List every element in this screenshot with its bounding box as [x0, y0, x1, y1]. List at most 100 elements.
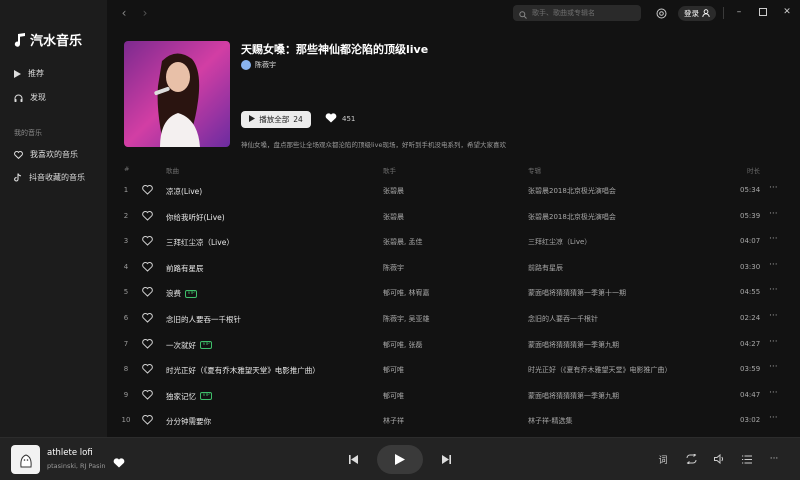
- settings-gear-icon[interactable]: [655, 7, 667, 19]
- heart-outline-icon[interactable]: [142, 389, 153, 402]
- playlist-description: 神仙女嗓，盘点那些让全场观众都沦陷的顶级live现场，好听到手机没电系列，希望大…: [241, 141, 506, 149]
- table-row[interactable]: 5 浪费 VIP 郁可唯, 林宥嘉 蒙面唱将猜猜猜第一季第十一期 04:55 ·…: [107, 280, 800, 306]
- search-input[interactable]: [532, 9, 632, 17]
- more-options-icon[interactable]: ···: [769, 260, 778, 270]
- more-options-icon[interactable]: ···: [769, 285, 778, 295]
- lyrics-button[interactable]: 词: [656, 452, 670, 466]
- track-album[interactable]: 蒙面唱将猜猜猜第一季第十一期: [528, 288, 626, 298]
- vip-badge: VIP: [200, 392, 213, 401]
- volume-icon[interactable]: [712, 452, 726, 466]
- player-more-icon[interactable]: ···: [767, 452, 781, 466]
- heart-outline-icon: [14, 150, 23, 159]
- track-album[interactable]: 张碧晨2018北京极光演唱会: [528, 186, 616, 196]
- now-playing-artwork[interactable]: [11, 445, 40, 474]
- login-label: 登录: [684, 9, 699, 18]
- creator-name: 陈薇宇: [255, 61, 276, 69]
- track-title-cell: 凉凉(Live): [166, 186, 202, 197]
- more-options-icon[interactable]: ···: [769, 337, 778, 347]
- track-artist[interactable]: 郁可唯, 林宥嘉: [383, 288, 429, 298]
- sidebar-item-recommend[interactable]: 推荐: [14, 68, 44, 79]
- track-title: 时光正好（《夏有乔木雅望天堂》电影推广曲）: [166, 366, 320, 376]
- more-options-icon[interactable]: ···: [769, 234, 778, 244]
- app-logo[interactable]: 汽水音乐: [14, 30, 82, 49]
- table-row[interactable]: 8 时光正好（《夏有乔木雅望天堂》电影推广曲） 郁可唯 时光正好（《夏有乔木雅望…: [107, 357, 800, 383]
- track-duration: 04:55: [740, 288, 761, 297]
- more-options-icon[interactable]: ···: [769, 413, 778, 423]
- more-options-icon[interactable]: ···: [769, 362, 778, 372]
- back-arrow-icon[interactable]: ‹: [117, 6, 131, 20]
- track-artist[interactable]: 张碧晨: [383, 186, 404, 196]
- more-options-icon[interactable]: ···: [769, 183, 778, 193]
- now-playing-title[interactable]: athlete lofi: [47, 448, 93, 458]
- track-list: 1 凉凉(Live) 张碧晨 张碧晨2018北京极光演唱会 05:34 ··· …: [107, 178, 800, 434]
- close-icon[interactable]: ✕: [780, 5, 794, 19]
- heart-outline-icon[interactable]: [142, 287, 153, 299]
- track-artist[interactable]: 陈薇宇, 吴亚雄: [383, 314, 429, 324]
- track-album[interactable]: 蒙面唱将猜猜猜第一季第九期: [528, 340, 619, 350]
- heart-outline-icon[interactable]: [142, 338, 153, 351]
- search-box[interactable]: [513, 5, 641, 21]
- track-duration: 04:27: [740, 339, 761, 348]
- heart-outline-icon[interactable]: [142, 261, 153, 274]
- forward-arrow-icon[interactable]: ›: [138, 6, 152, 20]
- table-row[interactable]: 6 念旧的人要吞一千根针 陈薇宇, 吴亚雄 念旧的人要吞一千根针 02:24 ·…: [107, 306, 800, 332]
- sidebar-item-douyin-favorites[interactable]: 抖音收藏的音乐: [14, 172, 85, 183]
- table-row[interactable]: 3 三拜红尘凉（Live） 张碧晨, 孟佳 三拜红尘凉（Live） 04:07 …: [107, 229, 800, 255]
- track-title-cell: 念旧的人要吞一千根针: [166, 314, 241, 325]
- table-row[interactable]: 9 独家记忆 VIP 郁可唯 蒙面唱将猜猜猜第一季第九期 04:47 ···: [107, 383, 800, 409]
- play-all-button[interactable]: 播放全部 24: [241, 111, 311, 128]
- next-track-icon[interactable]: [440, 453, 452, 465]
- heart-outline-icon[interactable]: [142, 364, 153, 376]
- col-header-num: #: [124, 165, 130, 173]
- track-album[interactable]: 三拜红尘凉（Live）: [528, 237, 591, 247]
- now-playing-artist[interactable]: ptasinski, RJ Pasin: [47, 462, 105, 470]
- track-title: 独家记忆: [166, 391, 196, 401]
- more-options-icon[interactable]: ···: [769, 388, 778, 398]
- playlist-creator[interactable]: 陈薇宇: [241, 60, 276, 70]
- track-title-cell: 一次就好 VIP: [166, 340, 213, 351]
- previous-track-icon[interactable]: [347, 453, 359, 465]
- track-artist[interactable]: 陈薇宇: [383, 263, 404, 273]
- heart-outline-icon[interactable]: [142, 185, 153, 197]
- repeat-icon[interactable]: [684, 452, 698, 466]
- track-album[interactable]: 前路有星辰: [528, 263, 563, 273]
- track-album[interactable]: 蒙面唱将猜猜猜第一季第九期: [528, 391, 619, 401]
- track-title-cell: 你给我听好(Live): [166, 212, 225, 223]
- track-album[interactable]: 时光正好（《夏有乔木雅望天堂》电影推广曲）: [528, 365, 672, 375]
- play-pause-button[interactable]: [377, 445, 423, 474]
- like-heart-icon[interactable]: [113, 453, 125, 472]
- table-row[interactable]: 10 分分钟需要你 林子祥 林子祥-精选集 03:02 ···: [107, 408, 800, 434]
- more-options-icon[interactable]: ···: [769, 209, 778, 219]
- track-album[interactable]: 林子祥-精选集: [528, 416, 573, 426]
- track-artist[interactable]: 郁可唯, 张磊: [383, 340, 422, 350]
- table-row[interactable]: 2 你给我听好(Live) 张碧晨 张碧晨2018北京极光演唱会 05:39 ·…: [107, 204, 800, 230]
- table-row[interactable]: 4 前路有星辰 陈薇宇 前路有星辰 03:30 ···: [107, 255, 800, 281]
- heart-outline-icon[interactable]: [142, 312, 153, 325]
- login-button[interactable]: 登录: [678, 6, 716, 21]
- table-row[interactable]: 7 一次就好 VIP 郁可唯, 张磊 蒙面唱将猜猜猜第一季第九期 04:27 ·…: [107, 332, 800, 358]
- more-options-icon[interactable]: ···: [769, 311, 778, 321]
- track-duration: 03:59: [740, 365, 761, 374]
- track-album[interactable]: 张碧晨2018北京极光演唱会: [528, 212, 616, 222]
- table-header: # 歌曲 歌手 专辑 时长: [107, 163, 800, 177]
- playlist-queue-icon[interactable]: [740, 452, 754, 466]
- track-album[interactable]: 念旧的人要吞一千根针: [528, 314, 598, 324]
- playlist-like-button[interactable]: 451: [325, 113, 355, 125]
- track-artist[interactable]: 张碧晨: [383, 212, 404, 222]
- track-artist[interactable]: 郁可唯: [383, 365, 404, 375]
- table-row[interactable]: 1 凉凉(Live) 张碧晨 张碧晨2018北京极光演唱会 05:34 ···: [107, 178, 800, 204]
- heart-outline-icon[interactable]: [142, 210, 153, 223]
- maximize-icon[interactable]: [756, 5, 770, 19]
- track-artist[interactable]: 郁可唯: [383, 391, 404, 401]
- minimize-icon[interactable]: –: [732, 5, 746, 19]
- sidebar-item-liked-music[interactable]: 我喜欢的音乐: [14, 149, 78, 160]
- sidebar-item-discover[interactable]: 发现: [14, 92, 46, 103]
- heart-outline-icon[interactable]: [142, 415, 153, 427]
- col-header-title: 歌曲: [166, 167, 179, 175]
- track-duration: 05:39: [740, 211, 761, 220]
- heart-outline-icon[interactable]: [142, 236, 153, 248]
- track-artist[interactable]: 林子祥: [383, 416, 404, 426]
- track-title-cell: 时光正好（《夏有乔木雅望天堂》电影推广曲）: [166, 365, 320, 376]
- track-artist[interactable]: 张碧晨, 孟佳: [383, 237, 422, 247]
- track-title-cell: 独家记忆 VIP: [166, 391, 213, 402]
